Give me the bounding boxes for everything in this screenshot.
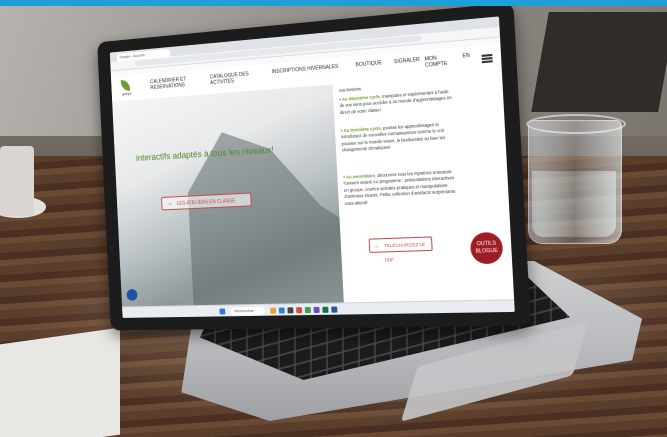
water-glass [528,120,622,244]
nav-account[interactable]: MON COMPTE [425,54,453,68]
nav-winter-registration[interactable]: INSCRIPTIONS HIVERNALES [272,63,350,76]
start-icon[interactable] [219,308,226,315]
download-pdf-button[interactable]: → TÉLÉCHARGEZ LE PDF [368,236,433,263]
coffee-mug [0,146,34,216]
laptop-screen: Guepe - Accueil guepe CALENDRIER ET RÉSE… [109,16,515,318]
dark-device-background [531,12,667,112]
store-icon[interactable] [287,307,294,314]
site-logo[interactable]: guepe [116,79,136,98]
folder-icon[interactable] [270,307,277,314]
accessibility-icon[interactable] [126,289,138,301]
taskbar-search[interactable]: Rechercher [230,306,265,316]
leaf-icon [120,79,131,92]
hero-button-label: LES ATELIERS EN CLASSE [176,198,236,207]
outils-blogue-badge[interactable]: OUTILS BLOGUE [469,231,504,265]
nav-shop[interactable]: BOUTIQUE [355,60,382,68]
glass-rim [526,114,626,134]
badge-line-2: BLOGUE [475,247,499,255]
bullet-heading: Au secondaire [345,173,376,180]
arrow-right-icon: → [372,243,380,250]
nav-language[interactable]: EN [462,53,470,60]
content-column: vos besoins. • Au deuxième cycle, manipu… [332,71,515,315]
app-icon[interactable] [304,307,311,314]
laptop-lid: Guepe - Accueil guepe CALENDRIER ET RÉSE… [97,6,531,331]
app-icon[interactable] [322,306,329,313]
nav-report[interactable]: SIGNALER [394,57,420,65]
nav-catalogue[interactable]: CATALOGUE DES ACTIVITÉS [210,71,255,86]
hero-section: interactifs adaptés à tous les niveaux! … [112,84,344,318]
list-item: • Au troisième cycle, pousse les apprent… [340,121,446,153]
arrow-right-icon: → [165,200,173,208]
chrome-icon[interactable] [296,307,303,314]
edge-icon[interactable] [278,307,285,314]
app-icon[interactable] [313,306,320,313]
photo-scene: Guepe - Accueil guepe CALENDRIER ET RÉSE… [0,6,667,437]
nav-calendar[interactable]: CALENDRIER ET RÉSERVATIONS [150,76,194,91]
hamburger-menu-icon[interactable] [481,53,493,63]
list-item: • Au secondaire, découvrez tous les myst… [343,168,456,206]
app-icon[interactable] [331,306,338,313]
paper-sheet [0,327,120,437]
logo-text: guepe [121,90,132,97]
download-button-label: TÉLÉCHARGEZ LE PDF [383,241,426,263]
